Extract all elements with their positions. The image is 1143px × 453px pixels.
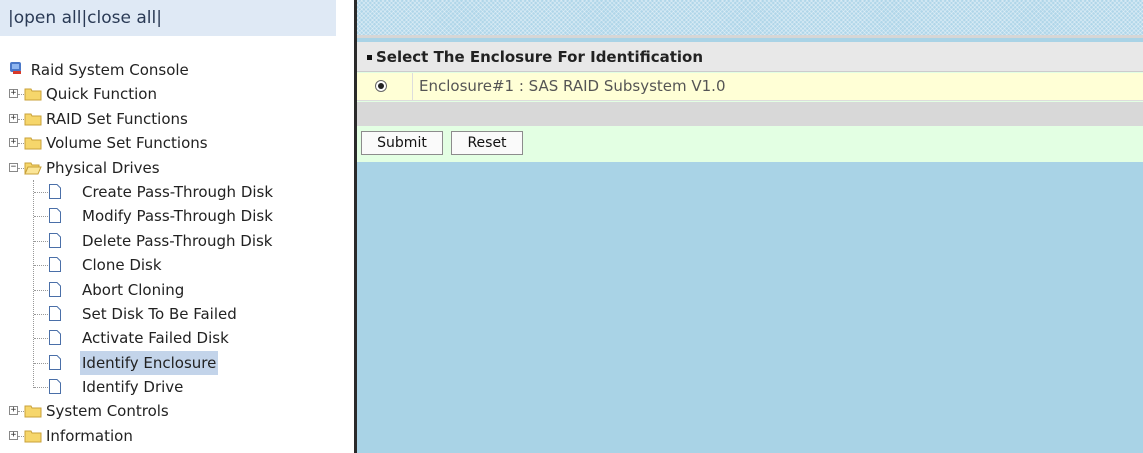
folder-quick-function[interactable]: + Quick Function	[0, 82, 354, 106]
physical-drives-children: Create Pass-Through Disk Modify Pass-Thr…	[0, 179, 354, 400]
navigation-pane: |open all|close all| Raid System Console…	[0, 0, 354, 453]
tree-root-label: Raid System Console	[30, 61, 189, 79]
document-icon	[49, 183, 61, 199]
folder-physical-drives[interactable]: − Physical Drives	[0, 156, 354, 180]
folder-label: RAID Set Functions	[46, 109, 188, 128]
nav-item-label: Activate Failed Disk	[82, 329, 229, 348]
document-icon	[49, 232, 61, 248]
reset-button[interactable]: Reset	[451, 131, 523, 155]
folder-label: System Controls	[46, 402, 169, 421]
expand-icon[interactable]: +	[9, 430, 18, 440]
document-icon	[49, 281, 61, 297]
enclosure-option-label: Enclosure#1 : SAS RAID Subsystem V1.0	[419, 77, 726, 95]
nav-item-activate-failed-disk[interactable]: Activate Failed Disk	[0, 326, 354, 350]
enclosure-radio[interactable]	[375, 80, 387, 92]
open-close-bar: |open all|close all|	[0, 0, 336, 36]
content-header-bar	[357, 0, 1143, 38]
expand-icon[interactable]: +	[9, 406, 18, 416]
form-title: Select The Enclosure For Identification	[357, 42, 1143, 72]
nav-item-label: Clone Disk	[82, 256, 162, 275]
nav-item-identify-enclosure[interactable]: Identify Enclosure	[0, 350, 354, 376]
document-icon	[49, 354, 61, 370]
folder-information[interactable]: + Information	[0, 424, 354, 448]
form-title-text: Select The Enclosure For Identification	[376, 48, 704, 66]
tree-root[interactable]: Raid System Console	[0, 58, 354, 82]
form-buttons: Submit Reset	[357, 128, 1143, 158]
expand-icon[interactable]: +	[9, 138, 18, 148]
nav-item-label: Delete Pass-Through Disk	[82, 231, 273, 250]
folder-icon	[24, 137, 42, 150]
nav-item-modify-pass-through-disk[interactable]: Modify Pass-Through Disk	[0, 204, 354, 228]
open-all-link[interactable]: open all	[14, 8, 82, 28]
nav-item-clone-disk[interactable]: Clone Disk	[0, 253, 354, 277]
content-pane: Select The Enclosure For Identification …	[357, 0, 1143, 453]
submit-button[interactable]: Submit	[361, 131, 443, 155]
document-icon	[49, 257, 61, 273]
document-icon	[49, 379, 61, 395]
folder-icon	[24, 405, 42, 418]
bullet-icon	[367, 55, 372, 60]
nav-item-delete-pass-through-disk[interactable]: Delete Pass-Through Disk	[0, 229, 354, 253]
folder-volume-set-functions[interactable]: + Volume Set Functions	[0, 131, 354, 155]
nav-tree: Raid System Console + Quick Function + R…	[0, 58, 354, 448]
nav-item-label: Modify Pass-Through Disk	[82, 207, 273, 226]
nav-item-create-pass-through-disk[interactable]: Create Pass-Through Disk	[0, 180, 354, 204]
folder-raid-set-functions[interactable]: + RAID Set Functions	[0, 107, 354, 131]
folder-label: Volume Set Functions	[46, 134, 208, 153]
nav-item-label: Create Pass-Through Disk	[82, 182, 274, 201]
folder-label: Information	[46, 426, 133, 445]
document-icon	[49, 208, 61, 224]
folder-icon	[24, 88, 42, 101]
document-icon	[49, 305, 61, 321]
enclosure-option-row[interactable]: Enclosure#1 : SAS RAID Subsystem V1.0	[357, 73, 1143, 101]
nav-item-label: Identify Drive	[82, 378, 184, 397]
console-icon	[8, 58, 24, 82]
folder-system-controls[interactable]: + System Controls	[0, 399, 354, 423]
folder-label: Quick Function	[46, 85, 157, 104]
close-all-link[interactable]: close all	[87, 8, 156, 28]
collapse-icon[interactable]: −	[9, 162, 18, 172]
nav-item-label: Set Disk To Be Failed	[82, 304, 237, 323]
nav-item-label-selected: Identify Enclosure	[80, 350, 219, 376]
nav-item-set-disk-to-be-failed[interactable]: Set Disk To Be Failed	[0, 302, 354, 326]
nav-item-identify-drive[interactable]: Identify Drive	[0, 375, 354, 399]
radio-cell	[357, 73, 413, 100]
form-separator	[357, 102, 1143, 126]
folder-icon	[24, 430, 42, 443]
folder-label: Physical Drives	[46, 158, 160, 177]
nav-item-label: Abort Cloning	[82, 280, 185, 299]
expand-icon[interactable]: +	[9, 89, 18, 99]
expand-icon[interactable]: +	[9, 113, 18, 123]
folder-open-icon	[24, 162, 42, 175]
nav-item-abort-cloning[interactable]: Abort Cloning	[0, 278, 354, 302]
document-icon	[49, 330, 61, 346]
folder-icon	[24, 113, 42, 126]
identify-enclosure-form: Select The Enclosure For Identification …	[357, 42, 1143, 162]
